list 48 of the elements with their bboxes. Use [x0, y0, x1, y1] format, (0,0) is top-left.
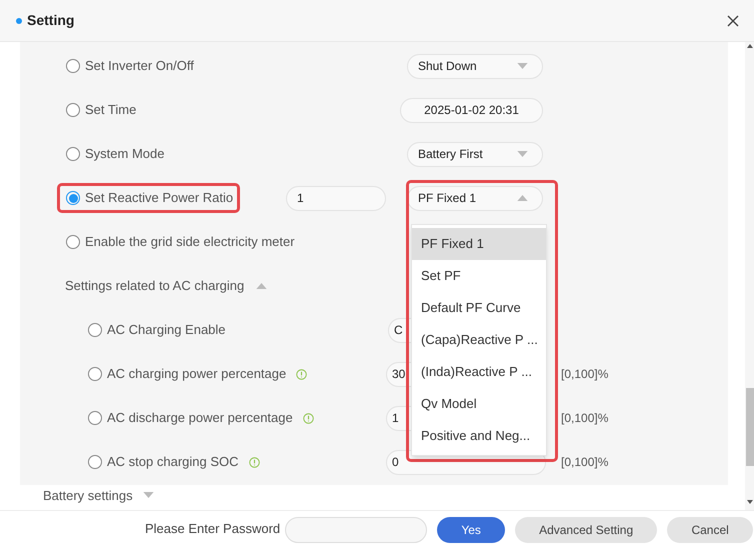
action-button[interactable]: Cancel [667, 517, 754, 543]
setting-label: Enable the grid side electricity meter [85, 233, 295, 252]
range-hint: [0,100]% [561, 410, 608, 427]
setting-label: AC discharge power percentage [107, 409, 293, 428]
caret-down-icon [517, 63, 528, 69]
radio-button[interactable] [66, 103, 80, 117]
caret-up-icon [517, 195, 528, 201]
dropdown-option[interactable]: Set PF [412, 260, 546, 292]
dropdown-option[interactable]: PF Fixed 1 [412, 228, 546, 260]
dropdown-option[interactable]: (Inda)Reactive P ... [412, 356, 546, 388]
select-field[interactable]: PF Fixed 1 [407, 186, 543, 210]
datetime-field[interactable]: 2025-01-02 20:31 [400, 98, 543, 122]
action-button[interactable]: Advanced Setting [515, 517, 658, 543]
setting-label: Set Inverter On/Off [85, 57, 194, 76]
dropdown-option[interactable]: Qv Model [412, 388, 546, 420]
select-field[interactable]: Battery First [407, 142, 543, 166]
radio-button[interactable] [88, 323, 102, 337]
password-label: Please Enter Password [145, 520, 280, 538]
close-button[interactable] [726, 14, 740, 28]
radio-button[interactable] [88, 367, 102, 381]
dropdown-option[interactable]: Positive and Neg... [412, 420, 546, 452]
yes-button[interactable]: Yes [437, 517, 506, 543]
scrollbar-thumb[interactable] [746, 388, 754, 466]
radio-button[interactable] [66, 235, 80, 249]
radio-button[interactable] [88, 455, 102, 469]
range-hint: [0,100]% [561, 366, 608, 383]
scroll-down-icon[interactable] [747, 500, 753, 504]
section-header[interactable]: Battery settings [43, 489, 133, 502]
dropdown-option[interactable]: Default PF Curve [412, 292, 546, 324]
radio-button[interactable] [66, 147, 80, 161]
setting-label: Set Time [85, 101, 136, 120]
radio-button[interactable] [66, 191, 80, 205]
password-field[interactable] [285, 517, 428, 543]
dropdown-option[interactable]: (Capa)Reactive P ... [412, 324, 546, 356]
select-field[interactable]: Shut Down [407, 54, 543, 78]
dialog-title: Setting [27, 11, 74, 30]
radio-button[interactable] [88, 411, 102, 425]
range-hint: [0,100]% [561, 454, 608, 471]
setting-label: System Mode [85, 145, 164, 164]
input-field[interactable]: 1 [286, 186, 386, 210]
setting-label: AC stop charging SOC [107, 453, 239, 472]
radio-button[interactable] [66, 59, 80, 73]
caret-down-icon [517, 151, 528, 157]
setting-label: AC charging power percentage [107, 365, 286, 384]
setting-label: AC Charging Enable [107, 321, 226, 340]
setting-label: Set Reactive Power Ratio [85, 189, 234, 208]
section-header[interactable]: Settings related to AC charging [65, 276, 244, 296]
scroll-up-icon[interactable] [747, 44, 753, 48]
